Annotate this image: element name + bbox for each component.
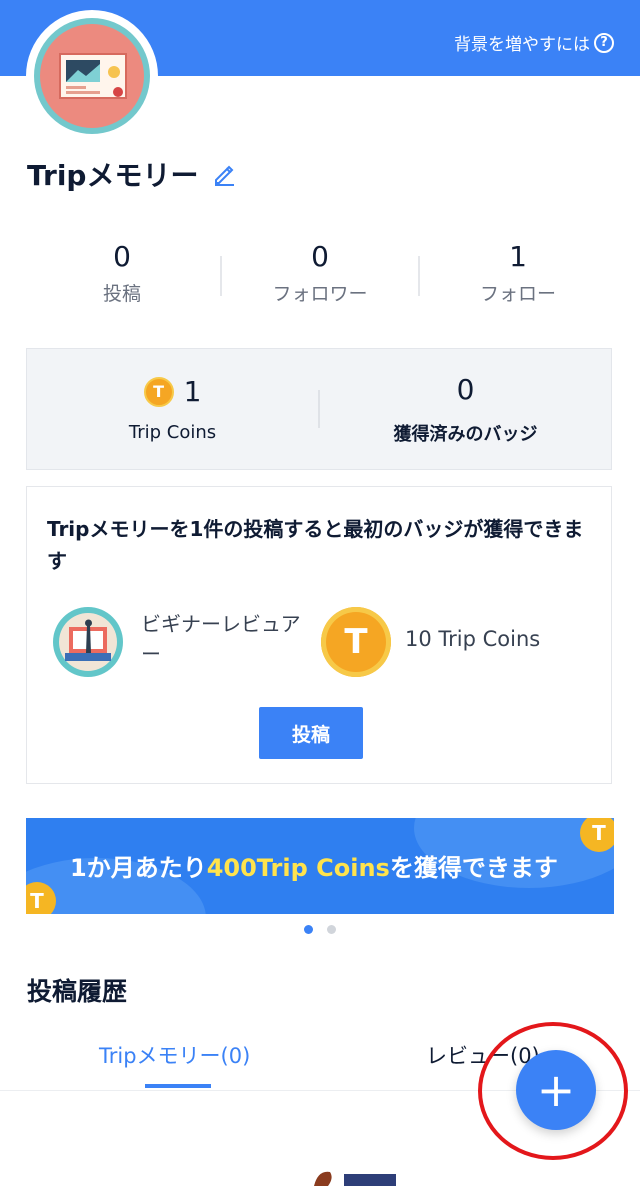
banner-text: 1か月あたり400Trip Coinsを獲得できます: [70, 848, 558, 883]
beginner-badge-icon: [53, 607, 123, 677]
pencil-icon[interactable]: [212, 162, 236, 186]
stat-followers-value: 0: [311, 240, 329, 273]
trip-coin-icon: T: [143, 376, 174, 407]
post-history-title: 投稿履歴: [27, 977, 128, 1006]
trip-coin-reward-icon: T: [321, 607, 391, 677]
trip-coins-summary[interactable]: T 1 Trip Coins: [27, 375, 318, 443]
carousel-dots: [0, 925, 640, 934]
active-tab-indicator: [145, 1084, 211, 1088]
carousel-dot[interactable]: [327, 925, 336, 934]
avatar[interactable]: [26, 10, 158, 142]
promo-banner[interactable]: T T 1か月あたり400Trip Coinsを獲得できます: [26, 818, 614, 914]
stat-posts-label: 投稿: [102, 283, 141, 305]
stat-followers[interactable]: 0 フォロワー: [222, 240, 418, 310]
banner-text-highlight: 400Trip Coins: [206, 854, 390, 882]
mission-card: Tripメモリーを1件の投稿すると最初のバッジが獲得できます ビギナーレビュアー…: [26, 486, 612, 784]
question-circle-icon: ?: [594, 32, 614, 53]
rewards-summary: T 1 Trip Coins 0 獲得済みのバッジ: [26, 348, 612, 470]
profile-stats: 0 投稿 0 フォロワー 1 フォロー: [24, 240, 616, 310]
banner-text-after: を獲得できます: [389, 854, 558, 882]
background-help-link[interactable]: 背景を増やすには ?: [454, 30, 614, 55]
trip-coins-label: Trip Coins: [128, 422, 217, 443]
stat-following[interactable]: 1 フォロー: [420, 240, 616, 310]
stat-posts[interactable]: 0 投稿: [24, 240, 220, 310]
badge-label: ビギナーレビュアー: [141, 612, 301, 666]
empty-state-illustration-icon: [314, 1171, 396, 1186]
background-help-label: 背景を増やすには: [454, 35, 590, 55]
stat-following-value: 1: [509, 240, 527, 273]
coin-reward-label: 10 Trip Coins: [405, 627, 541, 651]
trip-coin-icon: T: [580, 818, 614, 852]
badges-value: 0: [456, 372, 475, 406]
badges-label: 獲得済みのバッジ: [393, 423, 538, 445]
post-button[interactable]: 投稿: [259, 707, 363, 759]
carousel-dot-active[interactable]: [304, 925, 313, 934]
mission-text: Tripメモリーを1件の投稿すると最初のバッジが獲得できます: [47, 517, 584, 573]
trip-coins-value: 1: [183, 375, 202, 408]
badges-summary[interactable]: 0 獲得済みのバッジ: [320, 373, 611, 446]
stat-followers-label: フォロワー: [272, 283, 368, 305]
postcard-illustration-icon: [59, 53, 127, 99]
profile-title-text: Tripメモリー: [27, 159, 199, 192]
banner-text-before: 1か月あたり: [70, 854, 207, 882]
highlight-ring: [478, 1022, 628, 1160]
stat-following-label: フォロー: [479, 283, 556, 305]
stat-posts-value: 0: [113, 240, 131, 273]
profile-title: Tripメモリー: [27, 154, 236, 194]
tab-trip-memory[interactable]: Tripメモリー(0): [99, 1040, 250, 1070]
